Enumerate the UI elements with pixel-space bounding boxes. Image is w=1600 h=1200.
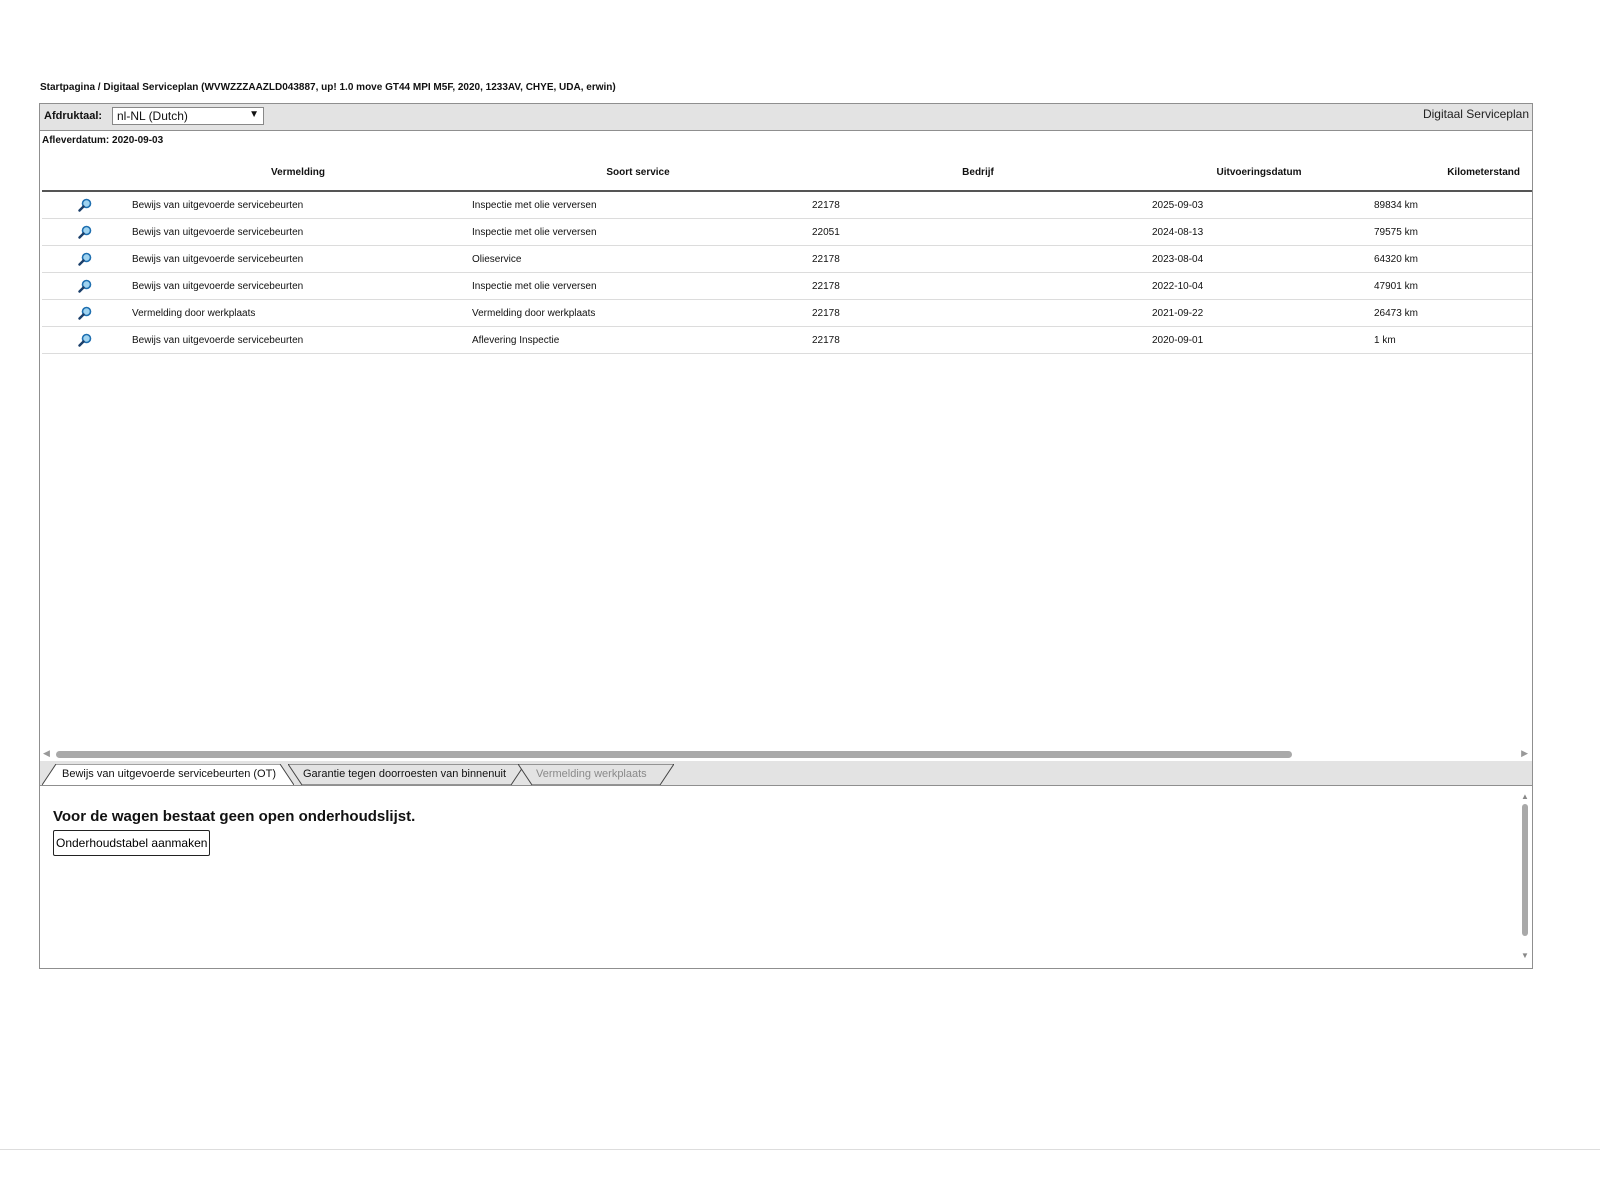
cell-vermelding: Bewijs van uitgevoerde servicebeurten [128, 245, 468, 273]
table-row[interactable]: Bewijs van uitgevoerde servicebeurten Oli… [42, 245, 1532, 273]
cell-bedrijf: 22051 [808, 218, 1148, 246]
column-header-vermelding[interactable]: Vermelding [127, 154, 468, 192]
cell-bedrijf: 22178 [808, 191, 1148, 219]
cell-uitvoeringsdatum: 2020-09-01 [1148, 326, 1370, 354]
magnifier-icon[interactable] [77, 306, 92, 320]
cell-soort-service: Aflevering Inspectie [468, 326, 808, 354]
cell-soort-service: Vermelding door werkplaats [468, 299, 808, 327]
horizontal-scrollbar[interactable]: ◀ ▶ [40, 748, 1532, 760]
table-row[interactable]: Vermelding door werkplaats Vermelding doo… [42, 299, 1532, 327]
row-view-cell[interactable] [42, 326, 128, 354]
table-header-row: Vermelding Soort service Bedrijf Uitvoer… [42, 154, 1532, 192]
cell-bedrijf: 22178 [808, 299, 1148, 327]
cell-bedrijf: 22178 [808, 272, 1148, 300]
magnifier-icon[interactable] [77, 198, 92, 212]
vertical-scroll-thumb[interactable] [1522, 804, 1528, 936]
scroll-down-icon[interactable]: ▼ [1521, 951, 1529, 960]
cell-uitvoeringsdatum: 2023-08-04 [1148, 245, 1370, 273]
chevron-down-icon: ▼ [249, 109, 259, 120]
tab-bewijs-servicebeurten[interactable]: Bewijs van uitgevoerde servicebeurten (O… [42, 764, 294, 785]
column-header-uitvoeringsdatum[interactable]: Uitvoeringsdatum [1147, 154, 1370, 192]
cell-vermelding: Bewijs van uitgevoerde servicebeurten [128, 272, 468, 300]
cell-kilometerstand: 79575 km [1370, 218, 1532, 246]
cell-bedrijf: 22178 [808, 245, 1148, 273]
column-header-soort-service[interactable]: Soort service [467, 154, 808, 192]
cell-uitvoeringsdatum: 2024-08-13 [1148, 218, 1370, 246]
table-row[interactable]: Bewijs van uitgevoerde servicebeurten Ins… [42, 272, 1532, 300]
row-view-cell[interactable] [42, 191, 128, 219]
cell-kilometerstand: 1 km [1370, 326, 1532, 354]
magnifier-icon[interactable] [77, 333, 92, 347]
breadcrumb[interactable]: Startpagina / Digitaal Serviceplan (WVWZ… [40, 82, 616, 93]
tab-label: Vermelding werkplaats [536, 768, 647, 780]
cell-soort-service: Inspectie met olie verversen [468, 272, 808, 300]
cell-kilometerstand: 47901 km [1370, 272, 1532, 300]
service-history-table: Vermelding Soort service Bedrijf Uitvoer… [42, 154, 1532, 354]
app-title: Digitaal Serviceplan [1422, 107, 1529, 121]
cell-kilometerstand: 64320 km [1370, 245, 1532, 273]
cell-uitvoeringsdatum: 2022-10-04 [1148, 272, 1370, 300]
row-view-cell[interactable] [42, 299, 128, 327]
row-view-cell[interactable] [42, 218, 128, 246]
page-divider [0, 1149, 1600, 1150]
scroll-left-icon[interactable]: ◀ [43, 748, 50, 759]
column-header-bedrijf[interactable]: Bedrijf [807, 154, 1148, 192]
language-select[interactable]: nl-NL (Dutch) ▼ [112, 107, 264, 125]
scroll-up-icon[interactable]: ▲ [1521, 792, 1529, 801]
maintenance-section: Voor de wagen bestaat geen open onderhou… [40, 786, 1532, 968]
magnifier-icon[interactable] [77, 252, 92, 266]
cell-bedrijf: 22178 [808, 326, 1148, 354]
tab-label: Bewijs van uitgevoerde servicebeurten (O… [62, 768, 276, 780]
cell-vermelding: Bewijs van uitgevoerde servicebeurten [128, 191, 468, 219]
cell-kilometerstand: 89834 km [1370, 191, 1532, 219]
cell-soort-service: Inspectie met olie verversen [468, 191, 808, 219]
cell-vermelding: Bewijs van uitgevoerde servicebeurten [128, 218, 468, 246]
scroll-right-icon[interactable]: ▶ [1521, 748, 1528, 759]
magnifier-icon[interactable] [77, 225, 92, 239]
table-row[interactable]: Bewijs van uitgevoerde servicebeurten Ins… [42, 191, 1532, 219]
no-maintenance-message: Voor de wagen bestaat geen open onderhou… [53, 808, 416, 825]
cell-kilometerstand: 26473 km [1370, 299, 1532, 327]
table-row[interactable]: Bewijs van uitgevoerde servicebeurten Afl… [42, 326, 1532, 354]
column-header-icon [42, 154, 128, 192]
tab-strip: Bewijs van uitgevoerde servicebeurten (O… [40, 761, 1532, 786]
create-maintenance-table-button[interactable]: Onderhoudstabel aanmaken [53, 830, 211, 856]
magnifier-icon[interactable] [77, 279, 92, 293]
horizontal-scroll-thumb[interactable] [56, 751, 1292, 758]
language-label: Afdruktaal: [44, 110, 103, 122]
cell-uitvoeringsdatum: 2021-09-22 [1148, 299, 1370, 327]
row-view-cell[interactable] [42, 272, 128, 300]
column-header-kilometerstand[interactable]: Kilometerstand [1369, 154, 1532, 192]
cell-soort-service: Inspectie met olie verversen [468, 218, 808, 246]
cell-soort-service: Olieservice [468, 245, 808, 273]
row-view-cell[interactable] [42, 245, 128, 273]
vertical-scrollbar[interactable]: ▲ ▼ [1520, 792, 1530, 960]
tab-garantie-doorroesten[interactable]: Garantie tegen doorroesten van binnenuit [288, 764, 525, 785]
table-row[interactable]: Bewijs van uitgevoerde servicebeurten Ins… [42, 218, 1532, 246]
toolbar: Afdruktaal: nl-NL (Dutch) ▼ Digitaal Ser… [40, 104, 1532, 131]
service-plan-panel: Afdruktaal: nl-NL (Dutch) ▼ Digitaal Ser… [39, 103, 1533, 969]
tab-label: Garantie tegen doorroesten van binnenuit [303, 768, 507, 780]
cell-vermelding: Bewijs van uitgevoerde servicebeurten [128, 326, 468, 354]
language-select-value: nl-NL (Dutch) [117, 109, 188, 123]
cell-uitvoeringsdatum: 2025-09-03 [1148, 191, 1370, 219]
delivery-date: Afleverdatum: 2020-09-03 [42, 135, 164, 146]
cell-vermelding: Vermelding door werkplaats [128, 299, 468, 327]
tab-vermelding-werkplaats[interactable]: Vermelding werkplaats [518, 764, 674, 785]
